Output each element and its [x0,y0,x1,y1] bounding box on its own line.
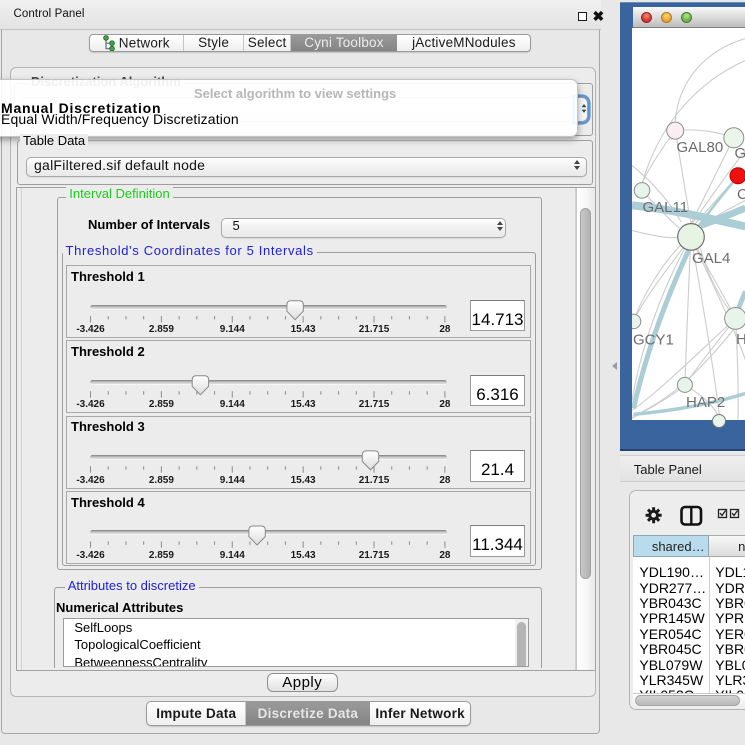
svg-text:GAL11: GAL11 [642,198,688,215]
svg-text:GCY1: GCY1 [633,331,674,348]
svg-text:GAL4: GAL4 [692,249,730,266]
svg-text:H: H [736,330,745,347]
svg-text:GAL80: GAL80 [676,138,723,155]
svg-text:GA: GA [734,144,745,161]
svg-text:HAP2: HAP2 [686,393,725,410]
svg-text:C: C [737,185,745,202]
